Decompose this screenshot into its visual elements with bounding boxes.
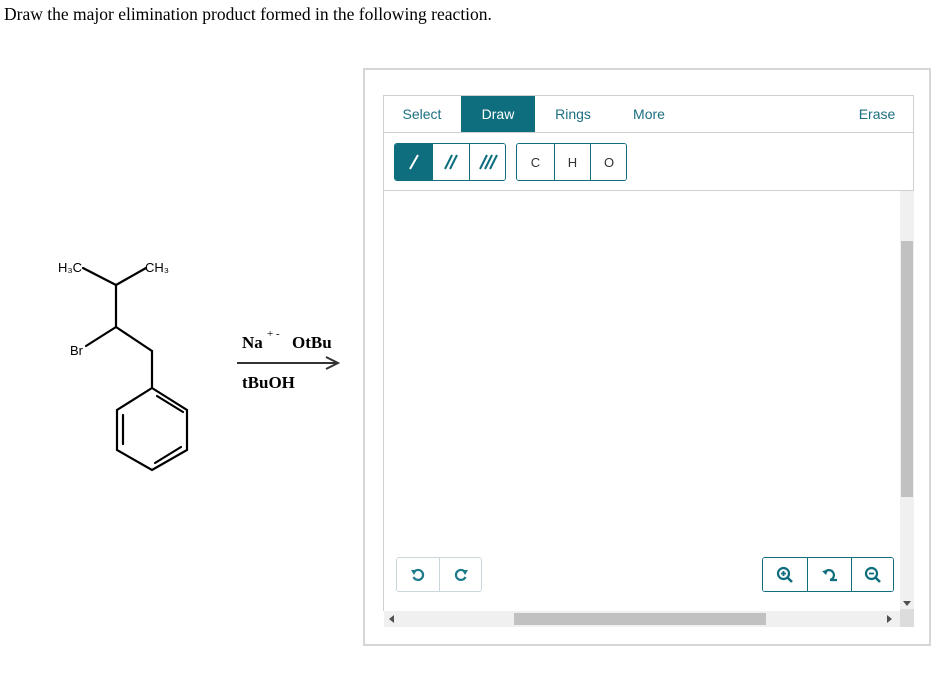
undo-redo-group [396,557,482,592]
editor-tab-bar: Select Draw Rings More Erase [383,95,914,132]
reaction-scheme: H₃C CH₃ Br Na + - OtBu tBuOH [0,0,360,685]
reagent-charges: + - [267,328,280,340]
redo-icon [454,568,468,581]
reagent-otbu: OtBu [292,333,332,352]
bond-tool-group [394,143,506,181]
double-bond-icon [444,154,458,170]
ch3-label: CH₃ [145,260,169,275]
single-bond-icon [408,154,419,170]
tab-rings[interactable]: Rings [535,96,611,132]
h3c-label: H₃C [58,260,82,275]
zoom-out-button[interactable] [851,558,893,591]
zoom-in-icon [776,566,793,583]
zoom-out-icon [864,566,881,583]
single-bond-button[interactable] [395,144,432,180]
tab-draw[interactable]: Draw [461,96,535,132]
tab-select[interactable]: Select [384,96,460,132]
reset-zoom-button[interactable] [807,558,851,591]
undo-button[interactable] [397,558,439,591]
scroll-down-arrow-icon[interactable] [902,599,912,607]
undo-icon [411,568,425,581]
reaction-arrow [237,356,341,370]
scroll-right-arrow-icon[interactable] [885,614,893,624]
reagent-na: Na [242,333,263,352]
zoom-in-button[interactable] [763,558,807,591]
atom-o-button[interactable]: O [590,144,626,180]
br-label: Br [70,343,84,358]
atom-h-button[interactable]: H [554,144,590,180]
triple-bond-icon [479,154,498,170]
tab-more[interactable]: More [611,96,687,132]
redo-button[interactable] [439,558,481,591]
atom-tool-group: C H O [516,143,627,181]
triple-bond-button[interactable] [469,144,505,180]
atom-c-button[interactable]: C [517,144,554,180]
scroll-left-arrow-icon[interactable] [388,614,396,624]
reset-zoom-icon [821,568,837,581]
horizontal-scroll-thumb[interactable] [514,613,766,625]
vertical-scroll-thumb[interactable] [901,241,913,497]
double-bond-button[interactable] [432,144,469,180]
drawing-canvas[interactable] [383,191,900,611]
scroll-corner [900,609,914,627]
molecule-structure: H₃C CH₃ Br Na + - OtBu tBuOH [58,260,341,472]
zoom-group [762,557,894,592]
solvent-label: tBuOH [242,373,295,392]
tab-erase[interactable]: Erase [839,96,915,132]
